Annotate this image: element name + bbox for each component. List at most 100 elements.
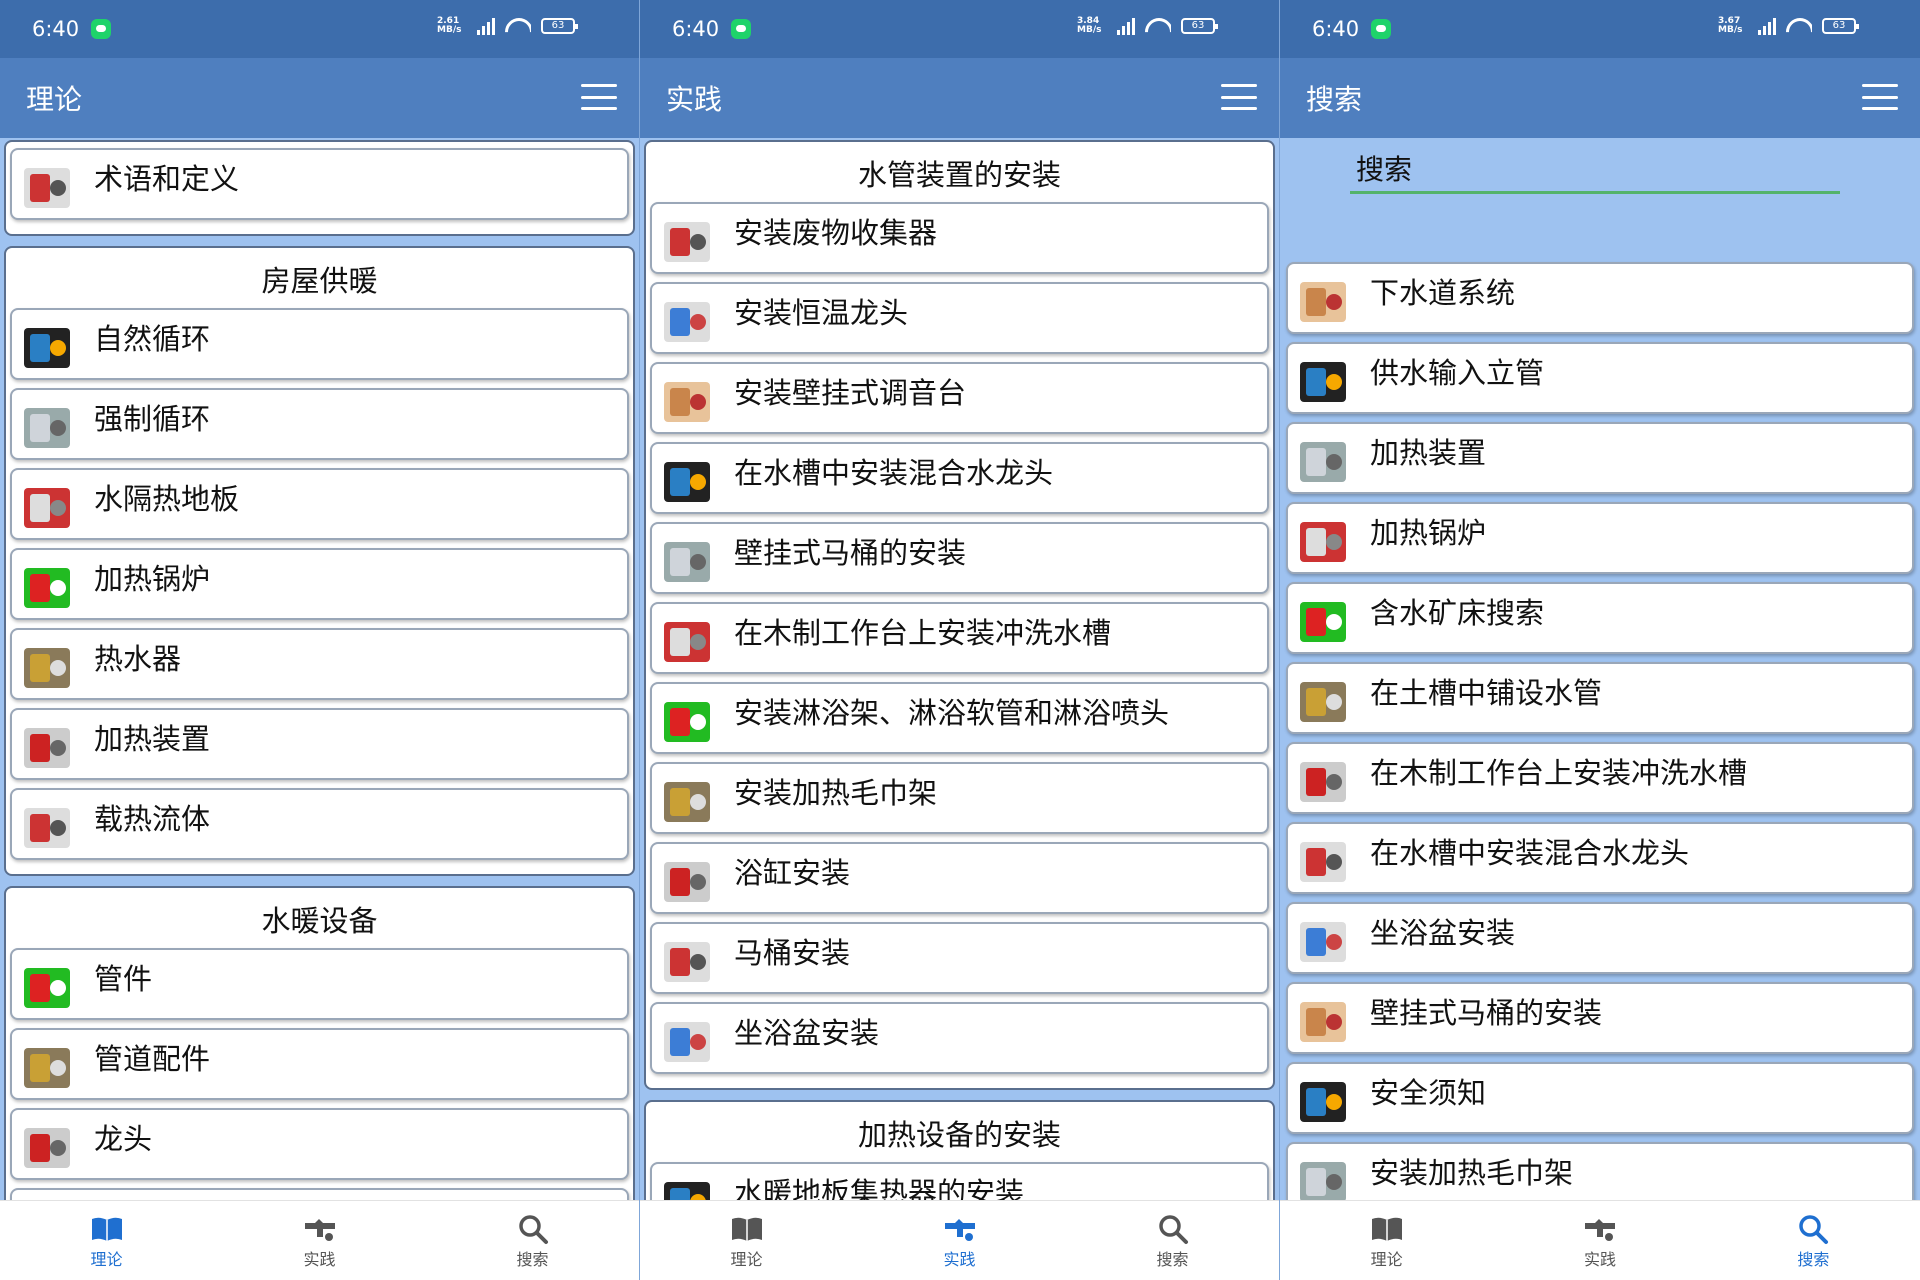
list-item[interactable]: 加热锅炉 — [10, 548, 629, 620]
search-result-item[interactable]: 在土槽中铺设水管 — [1286, 662, 1914, 734]
list-item[interactable] — [10, 1188, 629, 1200]
list-item-label: 强制循环 — [94, 402, 211, 436]
wechat-icon — [91, 19, 112, 39]
search-result-item[interactable]: 壁挂式马桶的安装 — [1286, 982, 1914, 1054]
list-item[interactable]: 坐浴盆安装 — [650, 1002, 1269, 1074]
list-item[interactable]: 安装淋浴架、淋浴软管和淋浴喷头 — [650, 682, 1269, 754]
list-item-label: 热水器 — [94, 642, 182, 676]
list-item-label: 术语和定义 — [94, 162, 240, 196]
item-thumbnail-icon — [1292, 750, 1354, 812]
status-time: 6:40 — [672, 17, 720, 41]
search-result-item[interactable]: 加热装置 — [1286, 422, 1914, 494]
menu-icon[interactable] — [581, 84, 617, 110]
list-item[interactable]: 安装壁挂式调音台 — [650, 362, 1269, 434]
list-item[interactable]: 加热装置 — [10, 708, 629, 780]
list-item[interactable]: 在水槽中安装混合水龙头 — [650, 442, 1269, 514]
status-bar: 6:40 3.67 MB/s 63 — [1280, 0, 1920, 58]
nav-practice[interactable]: 实践 — [1493, 1201, 1706, 1280]
item-thumbnail-icon — [656, 1170, 718, 1200]
list-item[interactable]: 热水器 — [10, 628, 629, 700]
search-result-item[interactable]: 在木制工作台上安装冲洗水槽 — [1286, 742, 1914, 814]
signal-icon — [477, 17, 495, 35]
search-result-item[interactable]: 加热锅炉 — [1286, 502, 1914, 574]
wifi-icon — [1786, 16, 1812, 36]
item-thumbnail-icon — [16, 396, 78, 458]
menu-icon[interactable] — [1221, 84, 1257, 110]
list-item[interactable]: 浴缸安装 — [650, 842, 1269, 914]
page-title: 理论 — [26, 83, 83, 116]
item-thumbnail-icon — [656, 290, 718, 352]
list-item-label: 下水道系统 — [1370, 276, 1516, 310]
section-heading: 水管装置的安装 — [857, 158, 1061, 192]
list-item[interactable]: 术语和定义 — [10, 148, 629, 220]
list-item-label: 在木制工作台上安装冲洗水槽 — [1370, 756, 1748, 790]
search-content: 下水道系统供水输入立管加热装置加热锅炉含水矿床搜索在土槽中铺设水管在木制工作台上… — [1280, 138, 1920, 1200]
search-icon — [1793, 1212, 1833, 1246]
list-item-label: 加热装置 — [1370, 436, 1487, 470]
search-result-item[interactable]: 供水输入立管 — [1286, 342, 1914, 414]
nav-theory[interactable]: 理论 — [1280, 1201, 1493, 1280]
wechat-icon — [1371, 19, 1392, 39]
list-item-label: 管道配件 — [94, 1042, 211, 1076]
menu-icon[interactable] — [1862, 84, 1898, 110]
signal-icon — [1117, 17, 1135, 35]
practice-list[interactable]: 水管装置的安装安装废物收集器安装恒温龙头安装壁挂式调音台 在水槽中安装混合水龙头壁… — [640, 138, 1279, 1200]
nav-practice-label: 实践 — [943, 1249, 976, 1269]
nav-search[interactable]: 搜索 — [426, 1201, 639, 1280]
list-item[interactable]: 安装恒温龙头 — [650, 282, 1269, 354]
screen-theory: 6:40 2.61 MB/s 63 理论 术语和定义 房屋供暖 自然循环 强制循环 水隔热… — [0, 0, 640, 1280]
list-item[interactable]: 管道配件 — [10, 1028, 629, 1100]
nav-practice[interactable]: 实践 — [853, 1201, 1066, 1280]
list-item-label: 安装加热毛巾架 — [1370, 1156, 1574, 1190]
item-thumbnail-icon — [16, 796, 78, 858]
list-item[interactable]: 强制循环 — [10, 388, 629, 460]
item-thumbnail-icon — [16, 636, 78, 698]
nav-search[interactable]: 搜索 — [1066, 1201, 1279, 1280]
search-result-item[interactable]: 安装加热毛巾架 — [1286, 1142, 1914, 1200]
battery-icon: 63 — [541, 18, 578, 34]
item-thumbnail-icon — [656, 770, 718, 832]
search-result-item[interactable]: 安全须知 — [1286, 1062, 1914, 1134]
section-card: 房屋供暖 自然循环 强制循环 水隔热地板 加热锅炉 热水器 加热装置 载热流体 — [4, 246, 635, 876]
net-speed-unit: MB/s — [437, 25, 462, 35]
search-result-item[interactable]: 下水道系统 — [1286, 262, 1914, 334]
search-input[interactable] — [1350, 148, 1840, 194]
list-item[interactable]: 马桶安装 — [650, 922, 1269, 994]
list-item[interactable]: 管件 — [10, 948, 629, 1020]
item-thumbnail-icon — [656, 610, 718, 672]
list-item-label: 加热装置 — [94, 722, 211, 756]
net-speed-unit: MB/s — [1718, 25, 1743, 35]
net-speed-unit: MB/s — [1077, 25, 1102, 35]
search-result-item[interactable]: 坐浴盆安装 — [1286, 902, 1914, 974]
nav-theory[interactable]: 理论 — [0, 1201, 213, 1280]
list-item-label: 壁挂式马桶的安装 — [734, 536, 967, 570]
item-thumbnail-icon — [656, 850, 718, 912]
app-bar: 实践 — [640, 58, 1279, 138]
item-thumbnail-icon — [16, 1036, 78, 1098]
list-item[interactable]: 龙头 — [10, 1108, 629, 1180]
list-item-label: 安装恒温龙头 — [734, 296, 909, 330]
list-item[interactable]: 自然循环 — [10, 308, 629, 380]
status-bar: 6:40 2.61 MB/s 63 — [0, 0, 639, 58]
search-results[interactable]: 下水道系统供水输入立管 加热装置加热锅炉含水矿床搜索 在土槽中铺设水管在木制工作台上… — [1280, 260, 1920, 1200]
nav-theory[interactable]: 理论 — [640, 1201, 853, 1280]
list-item[interactable]: 安装废物收集器 — [650, 202, 1269, 274]
list-item-label: 安装加热毛巾架 — [734, 776, 938, 810]
list-item[interactable]: 壁挂式马桶的安装 — [650, 522, 1269, 594]
list-item[interactable]: 水隔热地板 — [10, 468, 629, 540]
list-item[interactable]: 载热流体 — [10, 788, 629, 860]
list-item-label: 供水输入立管 — [1370, 356, 1545, 390]
list-item[interactable]: 水暖地板集热器的安装 — [650, 1162, 1269, 1200]
theory-list[interactable]: 术语和定义 房屋供暖 自然循环 强制循环 水隔热地板 加热锅炉 热水器 加热装置 载热流体 水暖设… — [0, 138, 639, 1200]
list-item[interactable]: 在木制工作台上安装冲洗水槽 — [650, 602, 1269, 674]
item-thumbnail-icon — [1292, 1070, 1354, 1132]
list-item[interactable]: 安装加热毛巾架 — [650, 762, 1269, 834]
book-icon — [1367, 1212, 1407, 1246]
list-item-label: 自然循环 — [94, 322, 211, 356]
search-result-item[interactable]: 在水槽中安装混合水龙头 — [1286, 822, 1914, 894]
signal-icon — [1758, 17, 1776, 35]
nav-search[interactable]: 搜索 — [1707, 1201, 1920, 1280]
search-result-item[interactable]: 含水矿床搜索 — [1286, 582, 1914, 654]
status-bar: 6:40 3.84 MB/s 63 — [640, 0, 1279, 58]
nav-practice[interactable]: 实践 — [213, 1201, 426, 1280]
